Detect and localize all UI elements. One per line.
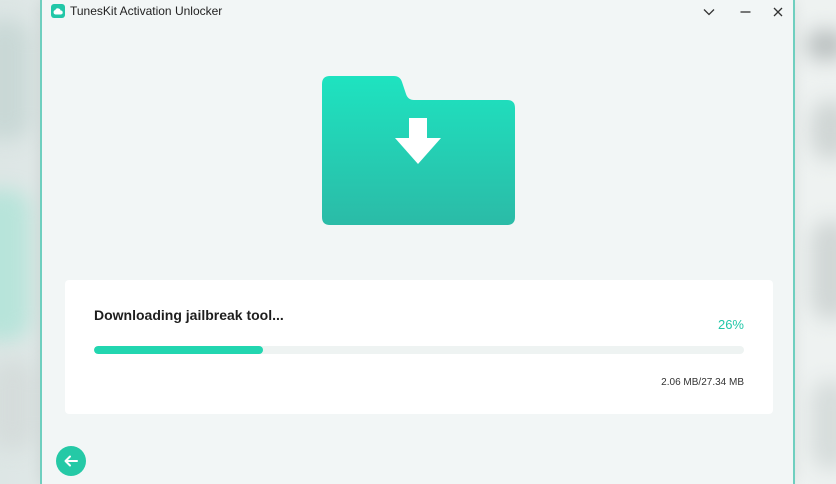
background-blur-shape [0, 20, 30, 140]
minimize-button[interactable] [734, 2, 756, 22]
download-size-text: 2.06 MB/27.34 MB [661, 377, 744, 388]
background-blur-shape [811, 380, 836, 470]
folder-download-icon [322, 76, 515, 225]
back-button[interactable] [56, 446, 86, 476]
background-blur-shape [811, 100, 836, 160]
progress-bar [94, 346, 744, 354]
background-blur-shape [0, 190, 30, 340]
arrow-left-icon [64, 455, 78, 467]
progress-bar-fill [94, 346, 263, 354]
close-icon [773, 7, 783, 17]
download-status-text: Downloading jailbreak tool... [94, 307, 284, 323]
download-progress-card: Downloading jailbreak tool... 26% 2.06 M… [65, 280, 773, 414]
app-title: TunesKit Activation Unlocker [70, 4, 223, 18]
title-bar[interactable]: TunesKit Activation Unlocker [42, 0, 793, 24]
background-blur-shape [806, 30, 836, 60]
background-blur-shape [811, 220, 836, 320]
app-logo-icon [51, 4, 65, 18]
app-window: TunesKit Activation Unlocker Downloading… [40, 0, 795, 484]
background-blur-shape [0, 360, 35, 450]
minimize-icon [740, 11, 750, 13]
chevron-down-icon [703, 9, 715, 16]
menu-dropdown-button[interactable] [698, 2, 720, 22]
close-button[interactable] [767, 2, 789, 22]
progress-percent: 26% [717, 317, 744, 332]
